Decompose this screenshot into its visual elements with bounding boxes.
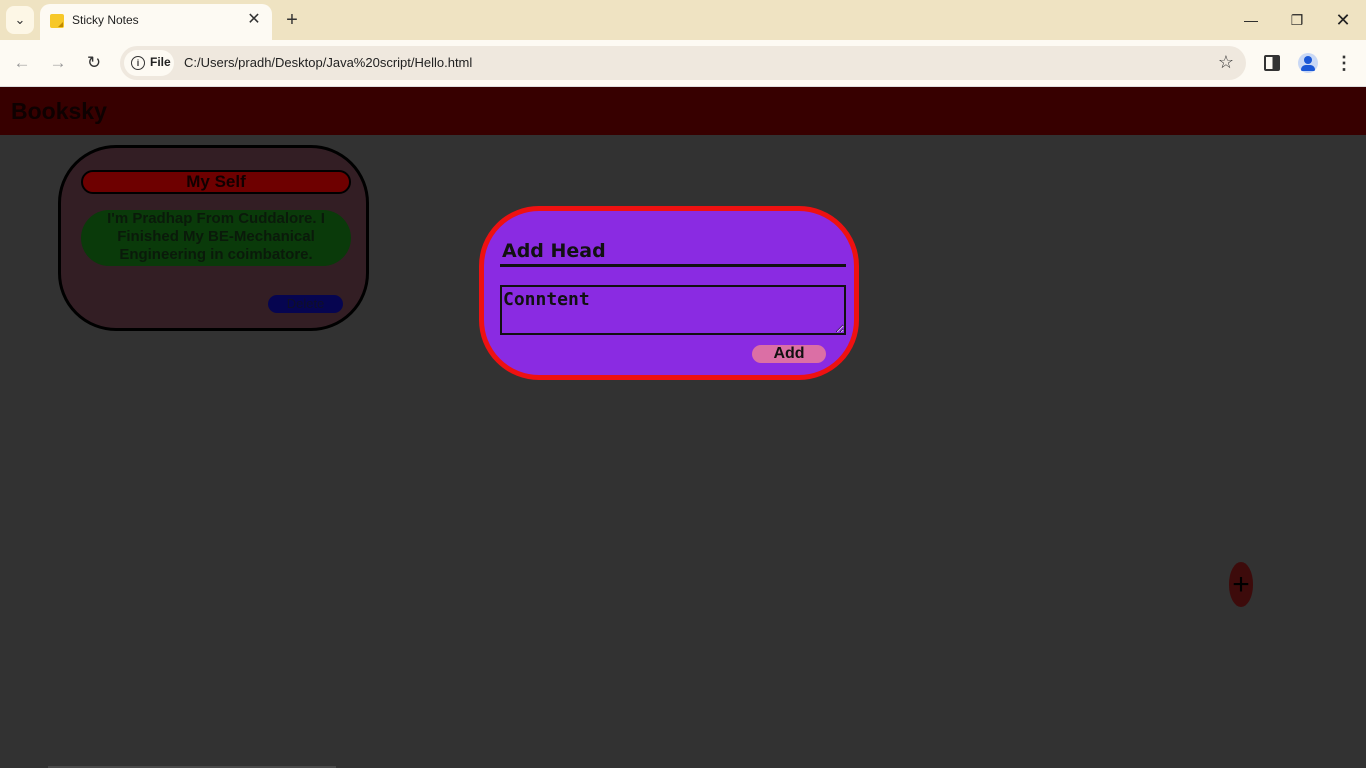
tab-search-icon[interactable]: ⌄	[6, 6, 34, 34]
profile-icon[interactable]	[1294, 49, 1322, 77]
note-title: My Self	[81, 170, 351, 194]
head-input[interactable]	[500, 237, 846, 267]
content-input[interactable]	[500, 285, 846, 335]
new-tab-icon[interactable]: +	[280, 8, 304, 32]
forward-icon[interactable]: →	[44, 49, 72, 77]
site-info-label: File	[150, 55, 171, 69]
info-icon: i	[131, 56, 145, 70]
side-panel-icon[interactable]	[1258, 49, 1286, 77]
brand-title: Booksky	[11, 98, 107, 124]
address-bar[interactable]: i File C:/Users/pradh/Desktop/Java%20scr…	[120, 46, 1246, 80]
tab-title: Sticky Notes	[72, 13, 139, 27]
bookmark-star-icon[interactable]: ☆	[1218, 52, 1234, 73]
browser-menu-icon[interactable]: ⋮	[1330, 49, 1358, 77]
sticky-note-icon	[50, 14, 64, 28]
page-header: Booksky	[0, 87, 1366, 135]
add-note-form: Add	[479, 206, 859, 380]
back-icon[interactable]: ←	[8, 49, 36, 77]
restore-icon[interactable]: ❐	[1274, 0, 1320, 40]
delete-button[interactable]: Delete	[268, 295, 343, 313]
reload-icon[interactable]: ↻	[80, 49, 108, 77]
minimize-icon[interactable]: —	[1228, 0, 1274, 40]
window-close-icon[interactable]: ✕	[1320, 0, 1366, 40]
url-text[interactable]: C:/Users/pradh/Desktop/Java%20script/Hel…	[184, 55, 472, 70]
tab-close-icon[interactable]: ✕	[244, 10, 264, 30]
site-info-chip[interactable]: i File	[124, 50, 174, 76]
browser-toolbar: ← → ↻ i File C:/Users/pradh/Desktop/Java…	[0, 40, 1366, 87]
browser-tab[interactable]: Sticky Notes ✕	[40, 4, 272, 40]
add-button[interactable]: Add	[752, 345, 826, 363]
note-card: My Self I'm Pradhap From Cuddalore. I Fi…	[58, 145, 369, 331]
note-content: I'm Pradhap From Cuddalore. I Finished M…	[81, 210, 351, 266]
add-note-fab[interactable]: +	[1229, 562, 1253, 607]
tab-strip: ⌄ Sticky Notes ✕ + — ❐ ✕	[0, 0, 1366, 40]
